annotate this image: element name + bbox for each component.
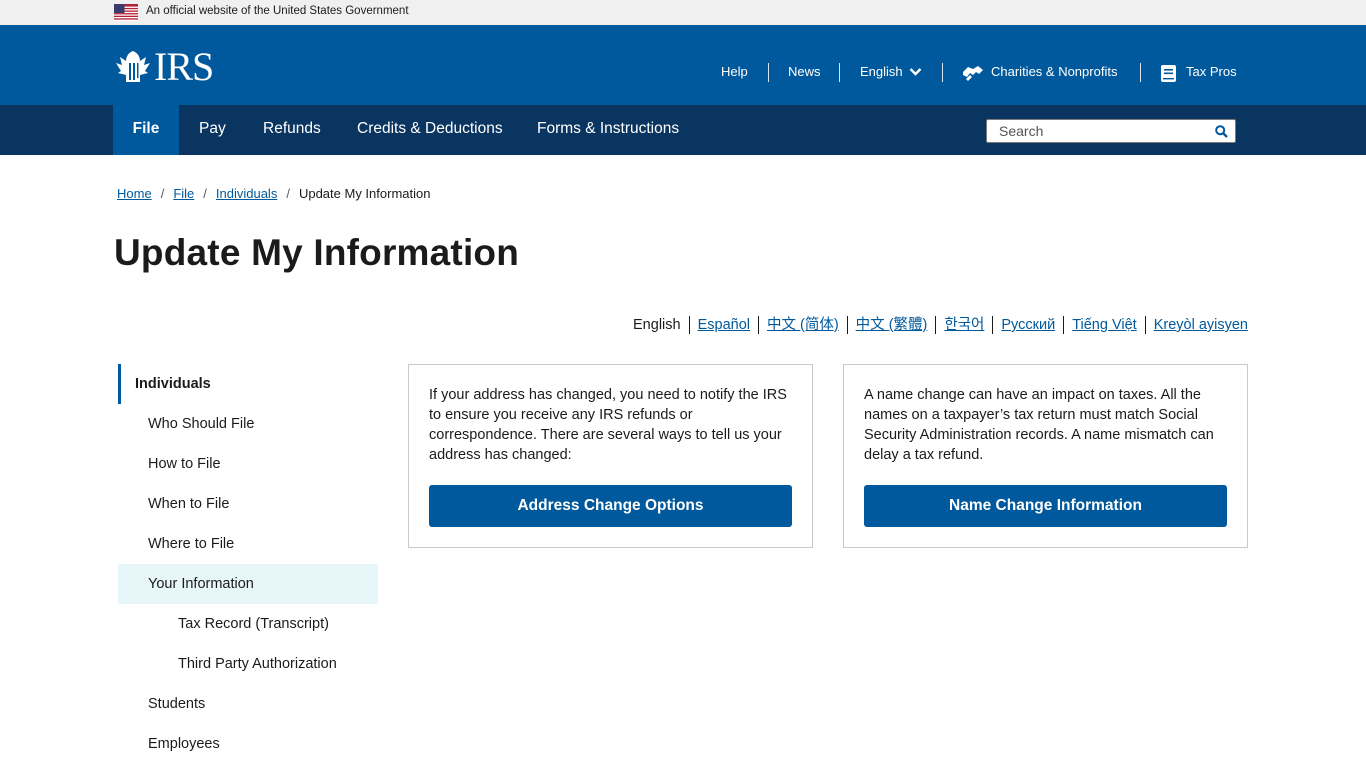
name-change-text: A name change can have an impact on taxe…: [864, 387, 1214, 463]
search-box: [986, 119, 1236, 143]
divider: [942, 63, 943, 82]
sidebar-item-tax-record[interactable]: Tax Record (Transcript): [118, 604, 378, 644]
sidebar-item-where-to-file[interactable]: Where to File: [118, 524, 378, 564]
breadcrumb-current: Update My Information: [298, 186, 431, 201]
lang-chinese-traditional[interactable]: 中文 (繁體): [846, 316, 936, 334]
site-header: IRS Help News English Charities & Nonpro…: [0, 25, 1366, 105]
sidebar-item-employees[interactable]: Employees: [118, 724, 378, 764]
lang-haitian-creole[interactable]: Kreyòl ayisyen: [1144, 316, 1248, 334]
lang-chinese-simplified[interactable]: 中文 (简体): [757, 316, 847, 334]
help-link[interactable]: Help: [721, 64, 748, 79]
book-icon: [1161, 65, 1176, 82]
tax-pros-link[interactable]: Tax Pros: [1186, 64, 1237, 79]
breadcrumb: Home / File / Individuals / Update My Informat…: [117, 186, 430, 201]
nav-refunds[interactable]: Refunds: [263, 105, 321, 155]
address-change-options-button[interactable]: Address Change Options: [429, 485, 792, 527]
breadcrumb-home[interactable]: Home: [117, 186, 152, 201]
address-change-card: If your address has changed, you need to…: [408, 364, 813, 548]
divider: [768, 63, 769, 82]
main-nav: File Pay Refunds Credits & Deductions Fo…: [0, 105, 1366, 155]
name-change-information-button[interactable]: Name Change Information: [864, 485, 1227, 527]
lang-english-current: English: [633, 317, 681, 333]
gov-banner: An official website of the United States…: [0, 0, 1366, 25]
breadcrumb-separator: /: [286, 186, 290, 201]
breadcrumb-file[interactable]: File: [173, 186, 194, 201]
language-label: English: [860, 64, 903, 79]
charities-link[interactable]: Charities & Nonprofits: [991, 64, 1117, 79]
search-input[interactable]: [987, 120, 1207, 142]
breadcrumb-separator: /: [160, 186, 165, 201]
news-link[interactable]: News: [788, 64, 821, 79]
lang-russian[interactable]: Русский: [992, 316, 1063, 334]
lang-spanish[interactable]: Español: [688, 316, 758, 334]
irs-logo[interactable]: IRS: [114, 44, 219, 89]
us-flag-icon: [114, 4, 138, 21]
breadcrumb-individuals[interactable]: Individuals: [216, 186, 277, 201]
page-title: Update My Information: [114, 232, 520, 273]
sidebar-item-when-to-file[interactable]: When to File: [118, 484, 378, 524]
lang-vietnamese[interactable]: Tiếng Việt: [1063, 316, 1145, 334]
sidebar-item-individuals[interactable]: Individuals: [118, 364, 378, 404]
sidebar-item-students[interactable]: Students: [118, 684, 378, 724]
lang-korean[interactable]: 한국어: [935, 316, 992, 334]
sidebar-nav: Individuals Who Should File How to File …: [118, 364, 378, 764]
name-change-card: A name change can have an impact on taxe…: [843, 364, 1248, 548]
breadcrumb-separator: /: [203, 186, 207, 201]
sidebar-item-your-information[interactable]: Your Information: [118, 564, 378, 604]
nav-credits-deductions[interactable]: Credits & Deductions: [357, 105, 503, 155]
chevron-down-icon: [909, 68, 921, 76]
divider: [1140, 63, 1141, 82]
nav-forms-instructions[interactable]: Forms & Instructions: [537, 105, 679, 155]
handshake-icon: [963, 66, 983, 81]
gov-banner-text: An official website of the United States…: [146, 5, 409, 17]
sidebar-item-who-should-file[interactable]: Who Should File: [118, 404, 378, 444]
irs-eagle-icon: [116, 51, 150, 82]
language-links: English Español 中文 (简体) 中文 (繁體) 한국어 Русс…: [633, 316, 1248, 334]
sidebar-item-how-to-file[interactable]: How to File: [118, 444, 378, 484]
divider: [839, 63, 840, 82]
sidebar-item-third-party-authorization[interactable]: Third Party Authorization: [118, 644, 378, 684]
logo-text: IRS: [154, 44, 214, 89]
nav-pay[interactable]: Pay: [199, 105, 226, 155]
search-icon[interactable]: [1215, 125, 1228, 138]
language-selector[interactable]: English: [860, 64, 922, 79]
nav-file[interactable]: File: [113, 105, 179, 155]
address-change-text: If your address has changed, you need to…: [429, 387, 787, 463]
